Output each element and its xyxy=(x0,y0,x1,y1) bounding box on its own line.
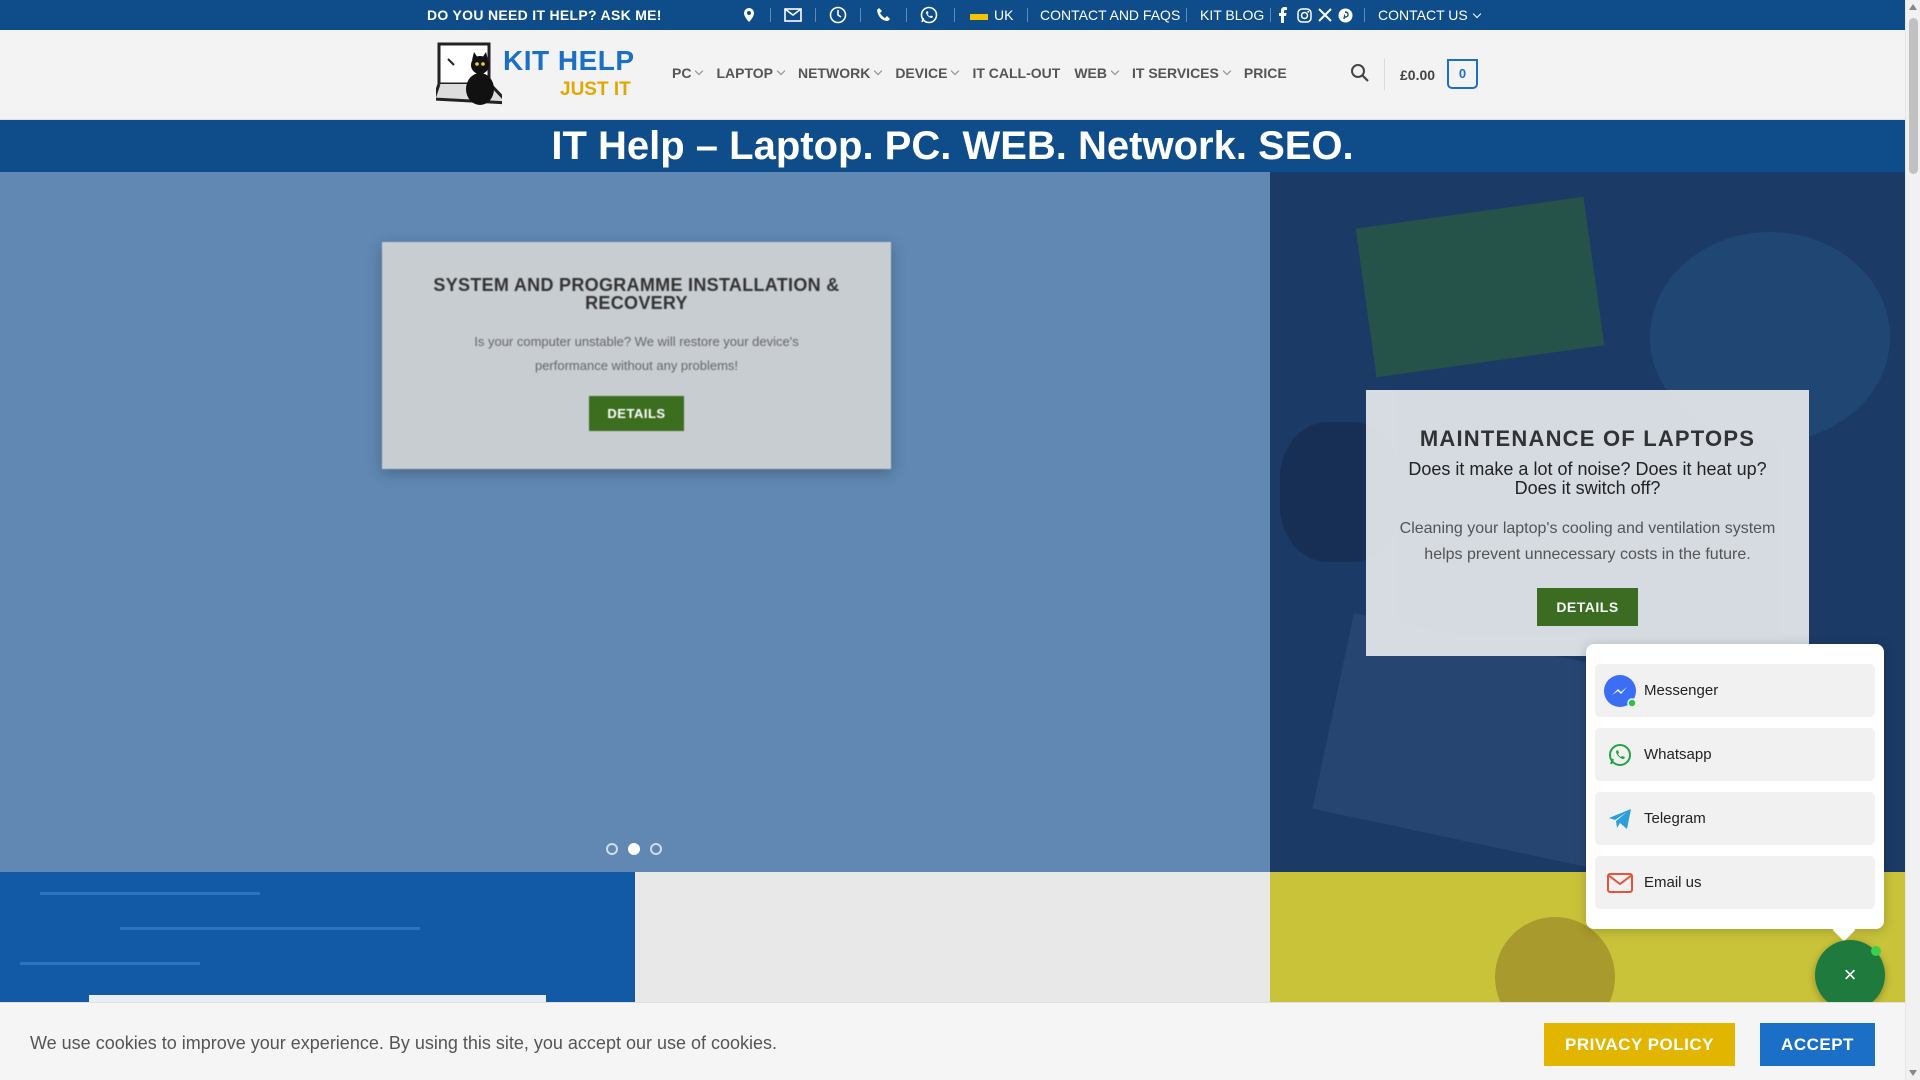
slider-dots xyxy=(606,843,662,855)
cart-button[interactable]: 0 xyxy=(1447,59,1478,89)
logo-name: KIT HELP xyxy=(503,45,635,76)
mail-icon[interactable] xyxy=(784,5,802,25)
pinterest-icon[interactable] xyxy=(1338,5,1353,25)
chat-email[interactable]: Email us xyxy=(1595,856,1875,909)
chevron-down-icon xyxy=(1472,9,1481,19)
nav-item-price[interactable]: PRICE xyxy=(1244,65,1287,81)
main-nav: PC LAPTOP NETWORK DEVICE IT CALL-OUT WEB… xyxy=(672,65,1301,81)
circuit-tile[interactable] xyxy=(0,872,635,1002)
chevron-down-icon xyxy=(874,66,883,76)
page-title: IT Help – Laptop. PC. WEB. Network. SEO. xyxy=(0,120,1905,172)
chevron-down-icon xyxy=(1110,66,1120,76)
slide-title: SYSTEM AND PROGRAMME INSTALLATION & RECO… xyxy=(433,275,840,313)
chevron-down-icon xyxy=(695,66,704,76)
slider-dot-1[interactable] xyxy=(606,843,618,855)
chat-messenger[interactable]: Messenger xyxy=(1595,664,1875,717)
cookie-message: We use cookies to improve your experienc… xyxy=(30,1033,778,1053)
nav-item-pc[interactable]: PC xyxy=(672,65,704,81)
search-icon[interactable] xyxy=(1350,63,1372,85)
whatsapp-icon[interactable] xyxy=(920,5,938,25)
laptop-cat-logo-icon xyxy=(436,42,502,105)
slide-card-installation: SYSTEM AND PROGRAMME INSTALLATION & RECO… xyxy=(382,242,891,469)
nav-item-web[interactable]: WEB xyxy=(1074,65,1120,81)
messenger-icon xyxy=(1603,674,1637,708)
slider-dot-3[interactable] xyxy=(650,843,662,855)
chat-close-button[interactable]: × xyxy=(1815,940,1885,1010)
clock-icon[interactable] xyxy=(829,5,847,25)
nav-item-network[interactable]: NETWORK xyxy=(798,65,883,81)
slide-text: Is your computer unstable? We will resto… xyxy=(474,334,799,373)
telegram-icon xyxy=(1603,802,1637,836)
chat-whatsapp[interactable]: Whatsapp xyxy=(1595,728,1875,781)
service-tile[interactable] xyxy=(635,872,1270,1002)
accept-button[interactable]: ACCEPT xyxy=(1760,1023,1875,1066)
chevron-down-icon xyxy=(776,66,786,76)
slide-card-maintenance: MAINTENANCE OF LAPTOPS Does it make a lo… xyxy=(1366,390,1809,656)
scroll-up-icon[interactable] xyxy=(1909,4,1917,10)
close-icon: × xyxy=(1843,962,1857,987)
ukraine-flag-icon xyxy=(970,8,988,20)
email-icon xyxy=(1603,866,1637,900)
scroll-down-icon[interactable] xyxy=(1909,1070,1917,1076)
chevron-down-icon xyxy=(1222,66,1232,76)
chat-widget-panel: Messenger Whatsapp Telegram Email us xyxy=(1586,644,1884,942)
nav-item-device[interactable]: DEVICE xyxy=(895,65,960,81)
whatsapp-icon xyxy=(1603,738,1637,772)
contact-faqs-link[interactable]: CONTACT AND FAQS xyxy=(1040,7,1180,23)
ask-text: DO YOU NEED IT HELP? ASK ME! xyxy=(427,7,662,23)
slide-subtitle: Does it make a lot of noise? Does it hea… xyxy=(1408,459,1767,498)
x-icon[interactable] xyxy=(1318,5,1332,25)
instagram-icon[interactable] xyxy=(1297,5,1312,25)
site-logo[interactable]: KIT HELP JUST IT xyxy=(436,39,641,111)
online-indicator xyxy=(1871,946,1881,956)
page-scrollbar[interactable] xyxy=(1905,0,1920,1080)
nav-item-it-services[interactable]: IT SERVICES xyxy=(1132,65,1232,81)
chevron-down-icon xyxy=(951,66,960,76)
cart-amount[interactable]: £0.00 xyxy=(1400,67,1435,83)
facebook-icon[interactable] xyxy=(1278,5,1288,25)
scrollbar-thumb[interactable] xyxy=(1909,18,1918,174)
chat-telegram[interactable]: Telegram xyxy=(1595,792,1875,845)
language-selector[interactable]: UK xyxy=(970,7,1013,23)
slide-text: Cleaning your laptop's cooling and venti… xyxy=(1399,520,1776,563)
cookie-bar: We use cookies to improve your experienc… xyxy=(0,1002,1905,1080)
contact-us-menu[interactable]: CONTACT US xyxy=(1378,7,1481,23)
nav-item-laptop[interactable]: LAPTOP xyxy=(716,65,786,81)
logo-subtitle: JUST IT xyxy=(560,79,631,100)
details-button[interactable]: DETAILS xyxy=(589,396,684,431)
site-header: KIT HELP JUST IT PC LAPTOP NETWORK DEVIC… xyxy=(0,30,1905,120)
slide-title: MAINTENANCE OF LAPTOPS xyxy=(1419,426,1756,451)
details-button[interactable]: DETAILS xyxy=(1537,588,1638,626)
privacy-policy-button[interactable]: PRIVACY POLICY xyxy=(1544,1023,1735,1066)
top-bar: DO YOU NEED IT HELP? ASK ME! UK CONTACT … xyxy=(0,0,1905,30)
phone-icon[interactable] xyxy=(876,5,892,25)
slider-dot-2[interactable] xyxy=(628,843,640,855)
kit-blog-link[interactable]: KIT BLOG xyxy=(1200,7,1264,23)
location-icon[interactable] xyxy=(742,5,756,25)
nav-item-it-call-out[interactable]: IT CALL-OUT xyxy=(972,65,1060,81)
